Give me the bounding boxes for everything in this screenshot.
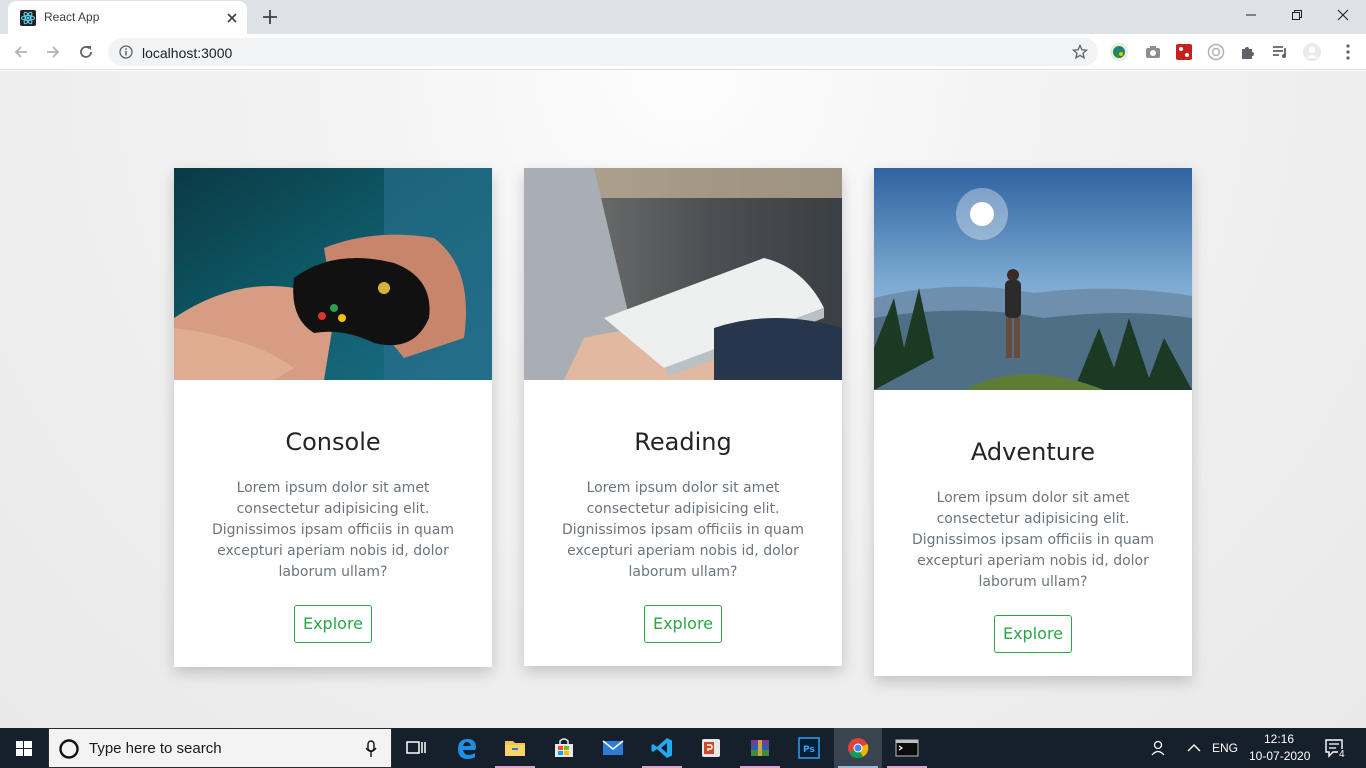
office-icon: [702, 739, 720, 757]
file-explorer-button[interactable]: [491, 728, 539, 768]
close-tab-icon[interactable]: [224, 10, 240, 26]
clock-date[interactable]: 10-07-2020: [1249, 749, 1310, 763]
windows-logo-icon: [16, 741, 32, 756]
card-adventure: Adventure Lorem ipsum dolor sit amet con…: [874, 168, 1192, 676]
close-icon: [1337, 9, 1349, 21]
card-description: Lorem ipsum dolor sit amet consectetur a…: [562, 480, 804, 580]
extension-globe-icon[interactable]: [1109, 42, 1129, 62]
card-console: Console Lorem ipsum dolor sit amet conse…: [174, 168, 492, 667]
console-image: [174, 168, 492, 380]
card-description: Lorem ipsum dolor sit amet consectetur a…: [912, 490, 1154, 590]
terminal-icon: [895, 739, 919, 757]
vscode-button[interactable]: [638, 728, 686, 768]
reload-icon: [80, 46, 92, 58]
language-indicator[interactable]: ENG: [1212, 741, 1238, 755]
url-text[interactable]: localhost:3000: [142, 45, 232, 61]
browser-toolbar: localhost:3000: [0, 34, 1366, 70]
taskbar: Type here to search Ps ENG 12:16 10-07-2…: [0, 728, 1366, 768]
terminal-button[interactable]: [883, 728, 931, 768]
edge-button[interactable]: [443, 728, 491, 768]
chrome-icon: [848, 738, 869, 759]
arrow-right-icon: [47, 46, 60, 58]
card-title: Console: [285, 428, 381, 456]
office-button[interactable]: [687, 728, 735, 768]
explore-button[interactable]: Explore: [294, 605, 372, 643]
camera-icon[interactable]: [1143, 42, 1163, 62]
profile-avatar-icon[interactable]: [1302, 42, 1322, 62]
info-icon[interactable]: [119, 45, 133, 59]
tab-title: React App: [44, 10, 100, 24]
explore-button[interactable]: Explore: [644, 605, 722, 643]
store-button[interactable]: [540, 728, 588, 768]
reading-image: [524, 168, 842, 380]
extension-red-icon[interactable]: [1174, 42, 1194, 62]
card-reading: Reading Lorem ipsum dolor sit amet conse…: [524, 168, 842, 666]
task-view-button[interactable]: [392, 728, 440, 768]
adventure-image: [874, 168, 1192, 390]
browser-tab[interactable]: React App: [8, 1, 247, 34]
minimize-button[interactable]: [1228, 0, 1274, 30]
chrome-button[interactable]: [834, 728, 882, 768]
photoshop-icon: Ps: [798, 737, 820, 759]
forward-button[interactable]: [41, 40, 65, 64]
mail-icon: [602, 740, 624, 755]
minimize-icon: [1246, 14, 1256, 16]
folder-icon: [505, 741, 525, 756]
card-title: Adventure: [970, 438, 1096, 466]
start-button[interactable]: [0, 728, 48, 768]
search-placeholder: Type here to search: [89, 740, 222, 757]
edge-icon: [458, 739, 476, 759]
chevron-up-icon[interactable]: [1187, 742, 1201, 754]
page-content: Console Lorem ipsum dolor sit amet conse…: [0, 71, 1366, 728]
react-icon: [20, 10, 36, 26]
photoshop-button[interactable]: Ps: [785, 728, 833, 768]
notification-count: 4: [1338, 749, 1346, 760]
winrar-button[interactable]: [736, 728, 784, 768]
restore-icon: [1292, 10, 1302, 20]
restore-button[interactable]: [1274, 0, 1320, 30]
card-title: Reading: [634, 428, 732, 456]
close-window-button[interactable]: [1320, 0, 1366, 30]
address-bar[interactable]: localhost:3000: [108, 38, 1098, 66]
cortana-icon: [59, 739, 79, 759]
mail-button[interactable]: [589, 728, 637, 768]
people-icon[interactable]: [1150, 739, 1168, 757]
microphone-icon[interactable]: [364, 740, 378, 758]
new-tab-icon[interactable]: [260, 7, 280, 27]
svg-text:Ps: Ps: [803, 745, 815, 755]
arrow-left-icon: [14, 46, 27, 58]
store-icon: [555, 738, 573, 757]
winrar-icon: [751, 740, 769, 756]
vscode-icon: [651, 738, 672, 758]
reload-button[interactable]: [74, 40, 98, 64]
task-view-icon: [406, 741, 426, 754]
extension-circle-icon[interactable]: [1206, 42, 1226, 62]
menu-dots-icon[interactable]: [1340, 42, 1356, 62]
media-queue-icon[interactable]: [1270, 42, 1290, 62]
tab-strip: React App: [0, 0, 1366, 34]
explore-button[interactable]: Explore: [994, 615, 1072, 653]
back-button[interactable]: [9, 40, 33, 64]
taskbar-search[interactable]: Type here to search: [48, 728, 392, 768]
card-description: Lorem ipsum dolor sit amet consectetur a…: [212, 480, 454, 580]
puzzle-icon[interactable]: [1238, 42, 1258, 62]
star-icon[interactable]: [1072, 44, 1088, 60]
clock-time[interactable]: 12:16: [1264, 732, 1294, 746]
